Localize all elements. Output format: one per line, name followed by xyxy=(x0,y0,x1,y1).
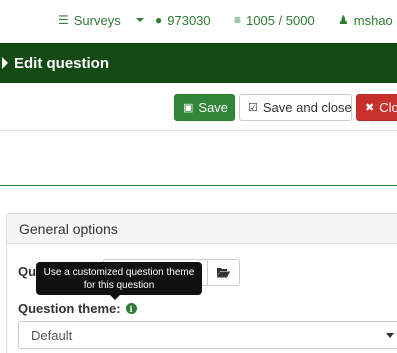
info-icon[interactable]: i xyxy=(125,303,137,314)
page-title: Edit question xyxy=(14,54,109,72)
check-square-icon: ☑ xyxy=(248,102,258,114)
list-icon: ☰ xyxy=(58,13,69,27)
comments-count: 973030 xyxy=(167,12,211,28)
save-and-close-button[interactable]: ☑ Save and close xyxy=(239,94,352,121)
close-button[interactable]: ✖ Clo xyxy=(356,94,397,121)
question-theme-select[interactable]: Default xyxy=(18,321,397,349)
surveys-dropdown-toggle[interactable] xyxy=(131,12,144,28)
close-button-label: Clo xyxy=(379,100,397,115)
tooltip-arrow xyxy=(110,295,120,300)
browse-folder-button[interactable] xyxy=(207,260,239,285)
theme-tooltip: Use a customized question theme for this… xyxy=(36,262,202,295)
surveys-label: Surveys xyxy=(73,12,121,28)
user-menu[interactable]: ♟ mshao xyxy=(338,12,393,28)
comments-icon: ● xyxy=(155,13,163,27)
panel-title: General options xyxy=(19,220,118,237)
top-navbar: ☰ Surveys ● 973030 ≡ 1005 / 5000 ♟ mshao xyxy=(0,0,397,40)
save-and-close-label: Save and close xyxy=(262,100,352,115)
action-toolbar: ▣ Save ☑ Save and close ✖ Clo xyxy=(0,83,397,131)
user-icon: ♟ xyxy=(338,13,349,27)
triangle-right-icon xyxy=(2,57,8,69)
storage-label: 1005 / 5000 xyxy=(246,12,315,28)
database-icon: ≡ xyxy=(234,13,242,27)
question-theme-value: Default xyxy=(31,327,73,343)
save-icon: ▣ xyxy=(183,102,194,114)
comments-indicator[interactable]: ● 973030 xyxy=(155,12,211,28)
user-name: mshao xyxy=(353,12,393,28)
folder-open-icon xyxy=(217,268,230,278)
storage-indicator[interactable]: ≡ 1005 / 5000 xyxy=(234,12,315,28)
surveys-menu[interactable]: ☰ Surveys xyxy=(58,12,121,28)
save-button[interactable]: ▣ Save xyxy=(174,94,235,121)
caret-down-icon xyxy=(136,18,144,22)
tooltip-text: Use a customized question theme for this… xyxy=(43,266,195,291)
panel-heading: General options xyxy=(7,214,397,244)
section-divider xyxy=(0,185,397,186)
page-title-bar: Edit question xyxy=(0,43,397,83)
question-label: Qu xyxy=(18,264,37,279)
close-icon: ✖ xyxy=(365,102,375,114)
question-theme-label-row: Question theme: i xyxy=(18,301,137,316)
save-button-label: Save xyxy=(198,100,229,115)
chevron-down-icon xyxy=(386,333,394,338)
question-theme-label: Question theme: xyxy=(18,301,121,316)
